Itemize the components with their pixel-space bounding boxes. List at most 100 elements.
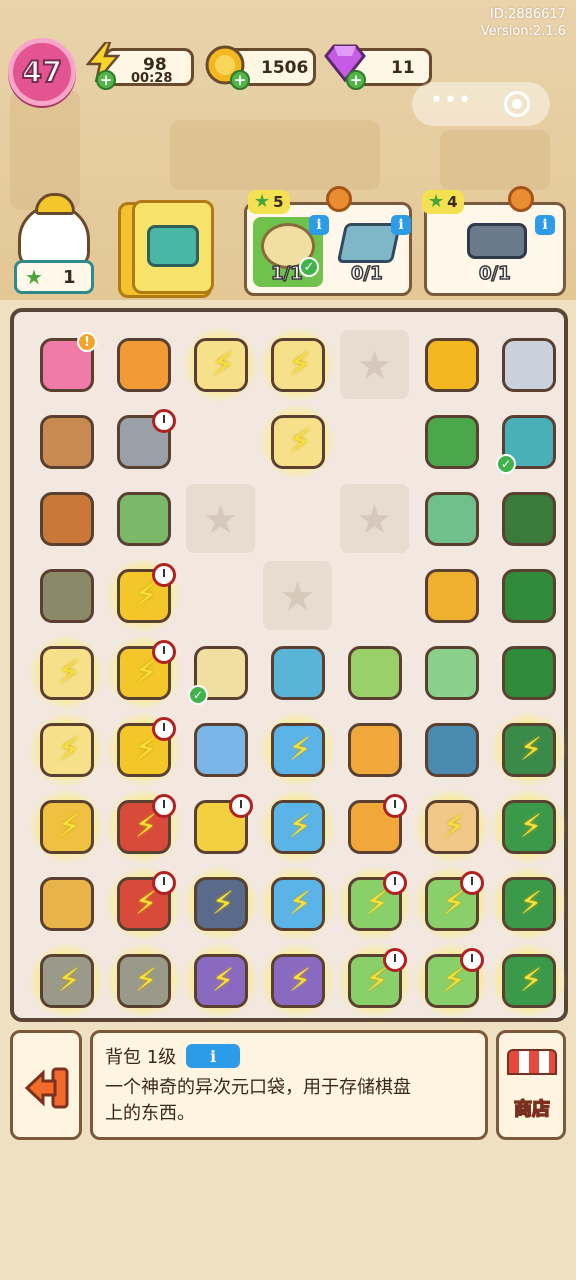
board-cell[interactable] [32,484,101,553]
card-stack-button[interactable] [132,200,214,294]
board-cell[interactable]: ⚡ [105,865,182,942]
bg-box [440,130,550,190]
board-cell[interactable] [494,330,563,399]
order-1-item-2-info-icon[interactable]: i [391,215,411,235]
board-cell[interactable]: ⚡ [105,711,182,788]
board-cell[interactable]: ⚡ [259,403,336,480]
timer-icon [460,871,484,895]
board-cell[interactable] [186,715,255,784]
order-panel-1[interactable]: 1/1 ✓ 0/1 i i [244,202,412,296]
check-icon: ✓ [496,454,516,474]
timer-icon [152,563,176,587]
bottom-bar: 背包 1级 i 一个神奇的异次元口袋，用于存储棋盘 上的东西。 商店 [10,1030,566,1140]
board-cell[interactable]: ⚡ [336,942,413,1019]
lightning-icon: ⚡ [57,653,81,691]
board-cell[interactable] [494,561,563,630]
board-cell[interactable] [32,869,101,938]
item-title: 背包 1级 [105,1047,177,1068]
star-slot-cell [186,484,255,553]
order-2-item-1-info-icon[interactable]: i [535,215,555,235]
board-cell[interactable]: ⚡ [259,942,336,1019]
timer-icon [152,717,176,741]
board-cell[interactable] [417,330,486,399]
board-cell[interactable]: ⚡ [336,865,413,942]
order-1-item-2-progress: 0/1 [350,262,383,285]
board-cell[interactable] [417,561,486,630]
order-1-item-1-info-icon[interactable]: i [309,215,329,235]
board-cell[interactable]: ⚡ [28,942,105,1019]
order-2-item-1: 0/1 [463,217,533,287]
board-cell[interactable] [417,484,486,553]
board-cell[interactable]: ⚡ [182,326,259,403]
fruit-basket-icon [117,338,171,392]
lightning-icon: ⚡ [288,422,312,460]
board-cell[interactable] [417,715,486,784]
board-cell[interactable]: ⚡ [490,942,567,1019]
star-slot-cell [263,561,332,630]
mortar-icon [40,569,94,623]
order-panel-2[interactable]: 0/1 i [424,202,566,296]
board-cell[interactable]: ⚡ [182,865,259,942]
board-cell[interactable]: ⚡ [28,788,105,865]
board-cell[interactable]: ⚡ [259,788,336,865]
order-1-pin-icon [326,186,352,212]
board-cell[interactable]: ⚡ [28,634,105,711]
board-cell[interactable]: ✓ [186,638,255,707]
board-cell[interactable]: ⚡ [259,711,336,788]
board-grid: !⚡⚡⚡✓⚡⚡⚡✓⚡⚡⚡⚡⚡⚡⚡⚡⚡⚡⚡⚡⚡⚡⚡⚡⚡⚡⚡⚡⚡⚡ [28,326,570,1022]
board-cell[interactable]: ⚡ [490,865,567,942]
level-badge[interactable]: 47 [8,38,76,106]
board-cell[interactable]: ⚡ [413,788,490,865]
coins-plus-button[interactable]: + [230,70,250,90]
board-cell[interactable]: ⚡ [259,326,336,403]
board-cell[interactable]: ⚡ [105,557,182,634]
board-cell[interactable]: ⚡ [413,942,490,1019]
board-cell[interactable]: ⚡ [490,711,567,788]
exit-button[interactable] [10,1030,82,1140]
board-cell[interactable] [340,638,409,707]
board-cell[interactable]: ✓ [494,407,563,476]
bottle-icon [348,646,402,700]
board-cell[interactable] [109,330,178,399]
lightning-icon: ⚡ [134,961,158,999]
board-cell[interactable] [109,407,178,476]
briefcase-icon [147,225,199,267]
board-cell[interactable]: ⚡ [259,865,336,942]
chart-icon [194,723,248,777]
board-cell[interactable]: ⚡ [490,788,567,865]
board-cell[interactable] [186,792,255,861]
board-cell[interactable]: ⚡ [28,711,105,788]
close-target-icon[interactable] [504,91,530,117]
medal-icon [425,569,479,623]
board-cell[interactable] [417,407,486,476]
board-cell[interactable]: ⚡ [105,634,182,711]
board-cell[interactable]: ⚡ [105,942,182,1019]
shop-button[interactable]: 商店 [496,1030,566,1140]
lightning-icon: ⚡ [288,961,312,999]
more-icon[interactable]: ••• [430,90,471,114]
mini-program-capsule[interactable]: ••• [412,82,550,126]
star-icon: ★ [254,191,271,212]
board-cell[interactable]: ⚡ [413,865,490,942]
timer-icon [152,871,176,895]
board-cell[interactable]: ⚡ [105,788,182,865]
lightning-icon: ⚡ [288,807,312,845]
board-cell[interactable] [340,792,409,861]
board-cell[interactable]: ⚡ [182,942,259,1019]
board-cell[interactable] [32,407,101,476]
board-cell[interactable] [494,484,563,553]
item-info-button[interactable]: i [186,1044,241,1068]
lightning-icon: ⚡ [57,730,81,768]
glove-icon [117,492,171,546]
board-cell[interactable] [109,484,178,553]
board-cell[interactable] [340,715,409,784]
board-cell[interactable] [494,638,563,707]
lightning-icon: ⚡ [519,730,543,768]
board-cell[interactable]: ! [32,330,101,399]
timer-icon [152,640,176,664]
energy-plus-button[interactable]: + [96,70,116,90]
board-cell[interactable] [417,638,486,707]
board-cell[interactable] [32,561,101,630]
gems-plus-button[interactable]: + [346,70,366,90]
board-cell[interactable] [263,638,332,707]
